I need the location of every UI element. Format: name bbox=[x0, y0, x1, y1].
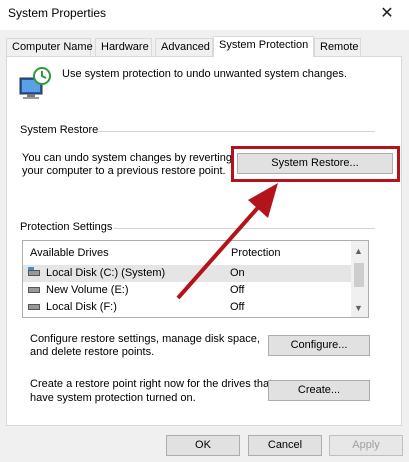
cancel-button[interactable]: Cancel bbox=[248, 435, 322, 456]
ok-button[interactable]: OK bbox=[166, 435, 240, 456]
apply-button[interactable]: Apply bbox=[329, 435, 403, 456]
tab-system-protection[interactable]: System Protection bbox=[213, 36, 314, 57]
annotation-arrow bbox=[176, 183, 278, 300]
